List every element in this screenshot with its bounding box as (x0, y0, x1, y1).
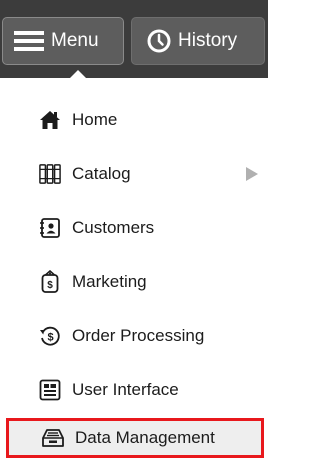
menu-item-home[interactable]: Home (0, 94, 268, 146)
history-button[interactable]: History (131, 17, 265, 65)
clock-icon (147, 29, 171, 53)
menu-item-user-interface[interactable]: User Interface (0, 364, 268, 416)
top-toolbar: Menu History (0, 0, 268, 78)
menu-item-label: Order Processing (72, 326, 205, 345)
customers-icon (39, 217, 61, 239)
menu-item-data-management[interactable]: Data Management (6, 418, 264, 458)
order-processing-icon: $ (39, 325, 61, 347)
menu-item-label: Data Management (75, 428, 215, 447)
menu-item-label: User Interface (72, 380, 179, 399)
history-button-label: History (178, 30, 238, 51)
user-interface-icon (39, 379, 61, 401)
catalog-icon (39, 163, 61, 185)
menu-item-catalog[interactable]: Catalog (0, 148, 268, 200)
svg-text:$: $ (47, 280, 53, 291)
menu-item-order-processing[interactable]: $ Order Processing (0, 310, 268, 362)
menu-item-label: Customers (72, 218, 155, 237)
menu-item-label: Marketing (72, 272, 147, 291)
menu-button[interactable]: Menu (2, 17, 124, 65)
marketing-icon: $ (39, 270, 61, 293)
home-icon (39, 109, 61, 131)
menu-item-customers[interactable]: Customers (0, 202, 268, 254)
menu-item-label: Catalog (72, 164, 131, 183)
hamburger-icon (14, 31, 44, 51)
menu-item-marketing[interactable]: $ Marketing (0, 256, 268, 308)
menu-item-label: Home (72, 110, 118, 129)
data-management-icon (42, 427, 64, 449)
menu-pointer-caret (64, 70, 92, 84)
svg-text:$: $ (47, 332, 53, 344)
menu-button-label: Menu (51, 30, 99, 51)
submenu-arrow-icon (246, 167, 258, 181)
